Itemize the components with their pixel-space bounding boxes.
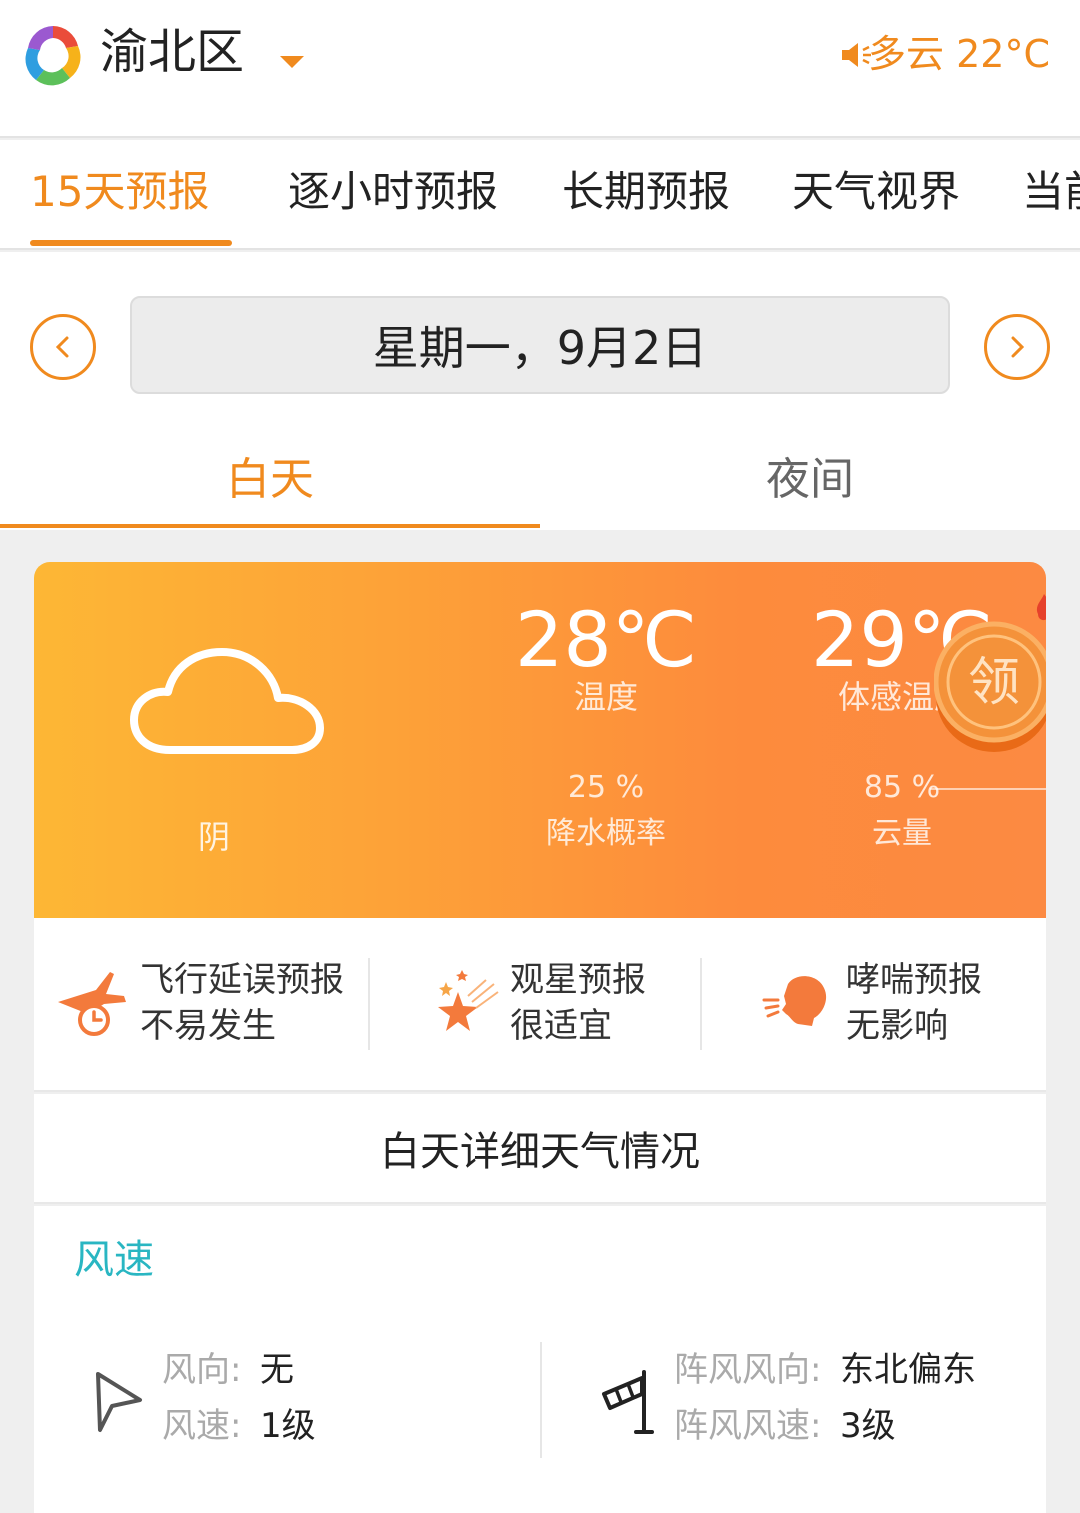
windsock-icon xyxy=(602,1370,654,1434)
detail-section-title: 白天详细天气情况 xyxy=(34,1094,1046,1204)
city-selector[interactable]: 渝北区 xyxy=(100,20,244,84)
forecast-title: 观星预报 xyxy=(510,960,646,1000)
divider xyxy=(540,1342,542,1458)
forecast-value: 无影响 xyxy=(846,1006,948,1046)
selected-date[interactable]: 星期一，9月2日 xyxy=(130,296,950,394)
gust-direction-value: 东北偏东 xyxy=(840,1350,976,1390)
airplane-delay-icon xyxy=(58,972,126,1036)
stargazing-icon xyxy=(438,970,499,1031)
stargazing-forecast[interactable]: 观星预报 很适宜 xyxy=(370,918,700,1092)
tab-weather-vision[interactable]: 天气视界 xyxy=(792,164,960,220)
daytime-tab-indicator xyxy=(0,524,540,528)
gust-speed-label: 阵风风速: xyxy=(674,1406,822,1446)
previous-day-button[interactable] xyxy=(30,314,96,380)
wind-direction-value: 无 xyxy=(260,1350,294,1390)
precip-label: 降水概率 xyxy=(546,816,666,851)
flight-delay-forecast[interactable]: 飞行延误预报 不易发生 xyxy=(34,918,368,1092)
forecast-value: 很适宜 xyxy=(510,1006,612,1046)
gust-speed-value: 3级 xyxy=(840,1406,896,1446)
precip-value: 25 % xyxy=(567,770,645,805)
asthma-forecast[interactable]: 哮喘预报 无影响 xyxy=(702,918,1046,1092)
wind-direction-label: 风向: xyxy=(162,1350,242,1390)
tab-daytime[interactable]: 白天 xyxy=(0,448,540,512)
active-tab-indicator xyxy=(30,240,232,246)
temperature-value: 28℃ xyxy=(514,595,698,684)
forecast-title: 哮喘预报 xyxy=(846,960,982,1000)
next-day-button[interactable] xyxy=(984,314,1050,380)
activity-forecasts: 飞行延误预报 不易发生 观星预报 很适宜 哮喘预报 无影响 xyxy=(34,918,1046,1092)
cloud-label: 云量 xyxy=(872,816,932,851)
chevron-right-icon xyxy=(1011,336,1025,358)
weather-summary-card: 阴 28℃ 温度 29℃ 体感温度 25 % 降水概率 85 % 云量 领 xyxy=(34,562,1046,918)
tab-long-term[interactable]: 长期预报 xyxy=(562,164,730,220)
wind-speed-label: 风速: xyxy=(162,1406,242,1446)
coupon-divider xyxy=(930,788,1046,790)
tab-hourly[interactable]: 逐小时预报 xyxy=(288,164,498,220)
forecast-title: 飞行延误预报 xyxy=(140,960,344,1000)
date-selector: 星期一，9月2日 白天 夜间 xyxy=(0,252,1080,530)
tab-15-day[interactable]: 15天预报 xyxy=(30,164,209,220)
cloud-icon xyxy=(130,648,324,754)
tab-nighttime[interactable]: 夜间 xyxy=(540,448,1080,512)
forecast-tabs: 15天预报 逐小时预报 长期预报 天气视界 当前 xyxy=(0,140,1080,250)
wind-section: 风速 风向: 无 风速: 1级 阵风风向: 东北偏东 阵风风速: 3级 xyxy=(34,1206,1046,1513)
wind-section-title: 风速 xyxy=(74,1237,154,1283)
coupon-icon[interactable]: 领 xyxy=(934,586,1046,752)
coupon-label: 领 xyxy=(968,653,1020,713)
app-logo-icon xyxy=(25,26,81,86)
app-header: 渝北区 多云 22°C xyxy=(0,0,1080,138)
gust-direction-label: 阵风风向: xyxy=(674,1350,822,1390)
current-weather-summary[interactable]: 多云 22°C xyxy=(868,26,1050,82)
condition-text: 阴 xyxy=(197,818,230,856)
tab-current[interactable]: 当前 xyxy=(1022,164,1080,220)
chevron-down-icon[interactable] xyxy=(280,56,304,68)
temperature-label: 温度 xyxy=(573,678,638,716)
asthma-icon xyxy=(762,976,827,1026)
wind-speed-value: 1级 xyxy=(260,1406,316,1446)
forecast-value: 不易发生 xyxy=(140,1006,276,1046)
wind-direction-icon xyxy=(96,1372,142,1432)
chevron-left-icon xyxy=(55,336,69,358)
